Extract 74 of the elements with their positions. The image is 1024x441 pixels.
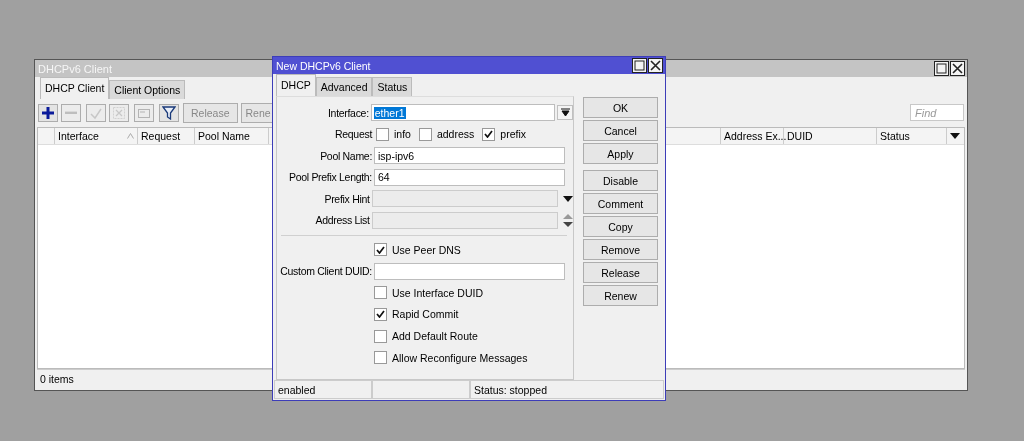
dialog-button[interactable]: Remove bbox=[583, 239, 658, 260]
checkbox-label: Add Default Route bbox=[392, 330, 478, 343]
checkbox[interactable] bbox=[418, 127, 432, 141]
column-label: DUID bbox=[787, 130, 813, 142]
field-label: Interface: bbox=[327, 106, 370, 119]
field-label: Custom Client DUID: bbox=[279, 265, 373, 278]
dialog-button[interactable]: Cancel bbox=[583, 120, 658, 141]
dropdown-button[interactable] bbox=[557, 105, 573, 120]
window-title: New DHCPv6 Client bbox=[276, 59, 371, 72]
field-label: Address List bbox=[314, 214, 371, 227]
tab[interactable]: Advanced bbox=[315, 77, 373, 96]
checkbox[interactable] bbox=[374, 307, 387, 321]
cross-icon bbox=[112, 105, 126, 120]
status-cell: enabled bbox=[274, 380, 372, 399]
up-down-arrows-icon bbox=[563, 213, 573, 227]
input-field[interactable]: isp-ipv6 bbox=[374, 147, 565, 165]
input-field[interactable]: 64 bbox=[374, 168, 565, 186]
column-header[interactable]: Pool Name bbox=[195, 128, 269, 144]
column-label: Pool Name bbox=[198, 130, 250, 142]
check-icon bbox=[484, 130, 494, 139]
tab[interactable]: Client Options bbox=[109, 80, 186, 99]
checkbox[interactable] bbox=[482, 127, 496, 141]
checkbox-label: Rapid Commit bbox=[392, 308, 459, 321]
add-button[interactable] bbox=[38, 103, 58, 122]
check-icon bbox=[376, 310, 385, 319]
filter-icon bbox=[162, 105, 176, 120]
checkbox[interactable] bbox=[374, 351, 387, 365]
tab[interactable]: DHCP Client bbox=[40, 77, 110, 99]
column-header[interactable]: Status bbox=[877, 128, 947, 144]
column-label: Interface bbox=[58, 130, 99, 142]
column-header[interactable]: Interface bbox=[55, 128, 138, 144]
tab[interactable]: DHCP bbox=[276, 74, 316, 96]
tab[interactable]: Status bbox=[372, 77, 413, 96]
checkbox[interactable] bbox=[376, 127, 389, 141]
dialog-button[interactable]: OK bbox=[583, 97, 658, 118]
field-label: Request bbox=[334, 128, 374, 141]
dialog-button[interactable]: Copy bbox=[583, 216, 658, 237]
arrow-down-bar-icon bbox=[560, 108, 570, 117]
column-label: Status bbox=[880, 130, 910, 142]
plus-icon bbox=[41, 105, 55, 120]
dialog-button[interactable]: Comment bbox=[583, 193, 658, 214]
dropdown-field[interactable] bbox=[371, 190, 558, 208]
checkbox-label: Use Peer DNS bbox=[392, 243, 461, 256]
status-cell: Status: stopped bbox=[470, 380, 664, 399]
dialog-button[interactable]: Disable bbox=[583, 170, 658, 191]
field-label: Pool Name: bbox=[319, 149, 373, 162]
input-field[interactable] bbox=[374, 262, 565, 280]
dialog-button[interactable]: Release bbox=[583, 262, 658, 283]
checkbox-label: Allow Reconfigure Messages bbox=[392, 351, 528, 364]
dropdown-field[interactable]: ether1 bbox=[370, 104, 556, 121]
check-icon bbox=[376, 245, 385, 254]
dialog-button[interactable]: Renew bbox=[583, 285, 658, 306]
dropdown-arrow-icon bbox=[563, 195, 573, 202]
input-field[interactable] bbox=[371, 211, 558, 229]
column-header[interactable]: DUID bbox=[784, 128, 877, 144]
item-count: 0 items bbox=[40, 373, 74, 385]
checkbox[interactable] bbox=[374, 243, 387, 257]
checkbox-label: info bbox=[394, 128, 411, 141]
checkbox[interactable] bbox=[374, 329, 387, 343]
field-label: Prefix Hint bbox=[323, 192, 371, 205]
checkbox-label: address bbox=[436, 128, 475, 141]
filter-button[interactable] bbox=[159, 103, 179, 122]
column-label: Request bbox=[141, 130, 181, 142]
field-label: Pool Prefix Length: bbox=[287, 171, 373, 184]
checkbox[interactable] bbox=[374, 286, 387, 300]
find-field[interactable]: Find bbox=[910, 104, 964, 121]
checkbox-label: Use Interface DUID bbox=[392, 286, 484, 299]
dropdown-arrow-icon bbox=[950, 133, 960, 139]
column-header[interactable]: Address Ex... bbox=[720, 128, 784, 144]
dialog-button[interactable]: Apply bbox=[583, 143, 658, 164]
sort-icon bbox=[127, 133, 134, 139]
column-label: Address Ex... bbox=[724, 130, 787, 142]
checkbox-label: prefix bbox=[500, 128, 526, 141]
column-header[interactable]: Request bbox=[138, 128, 195, 144]
